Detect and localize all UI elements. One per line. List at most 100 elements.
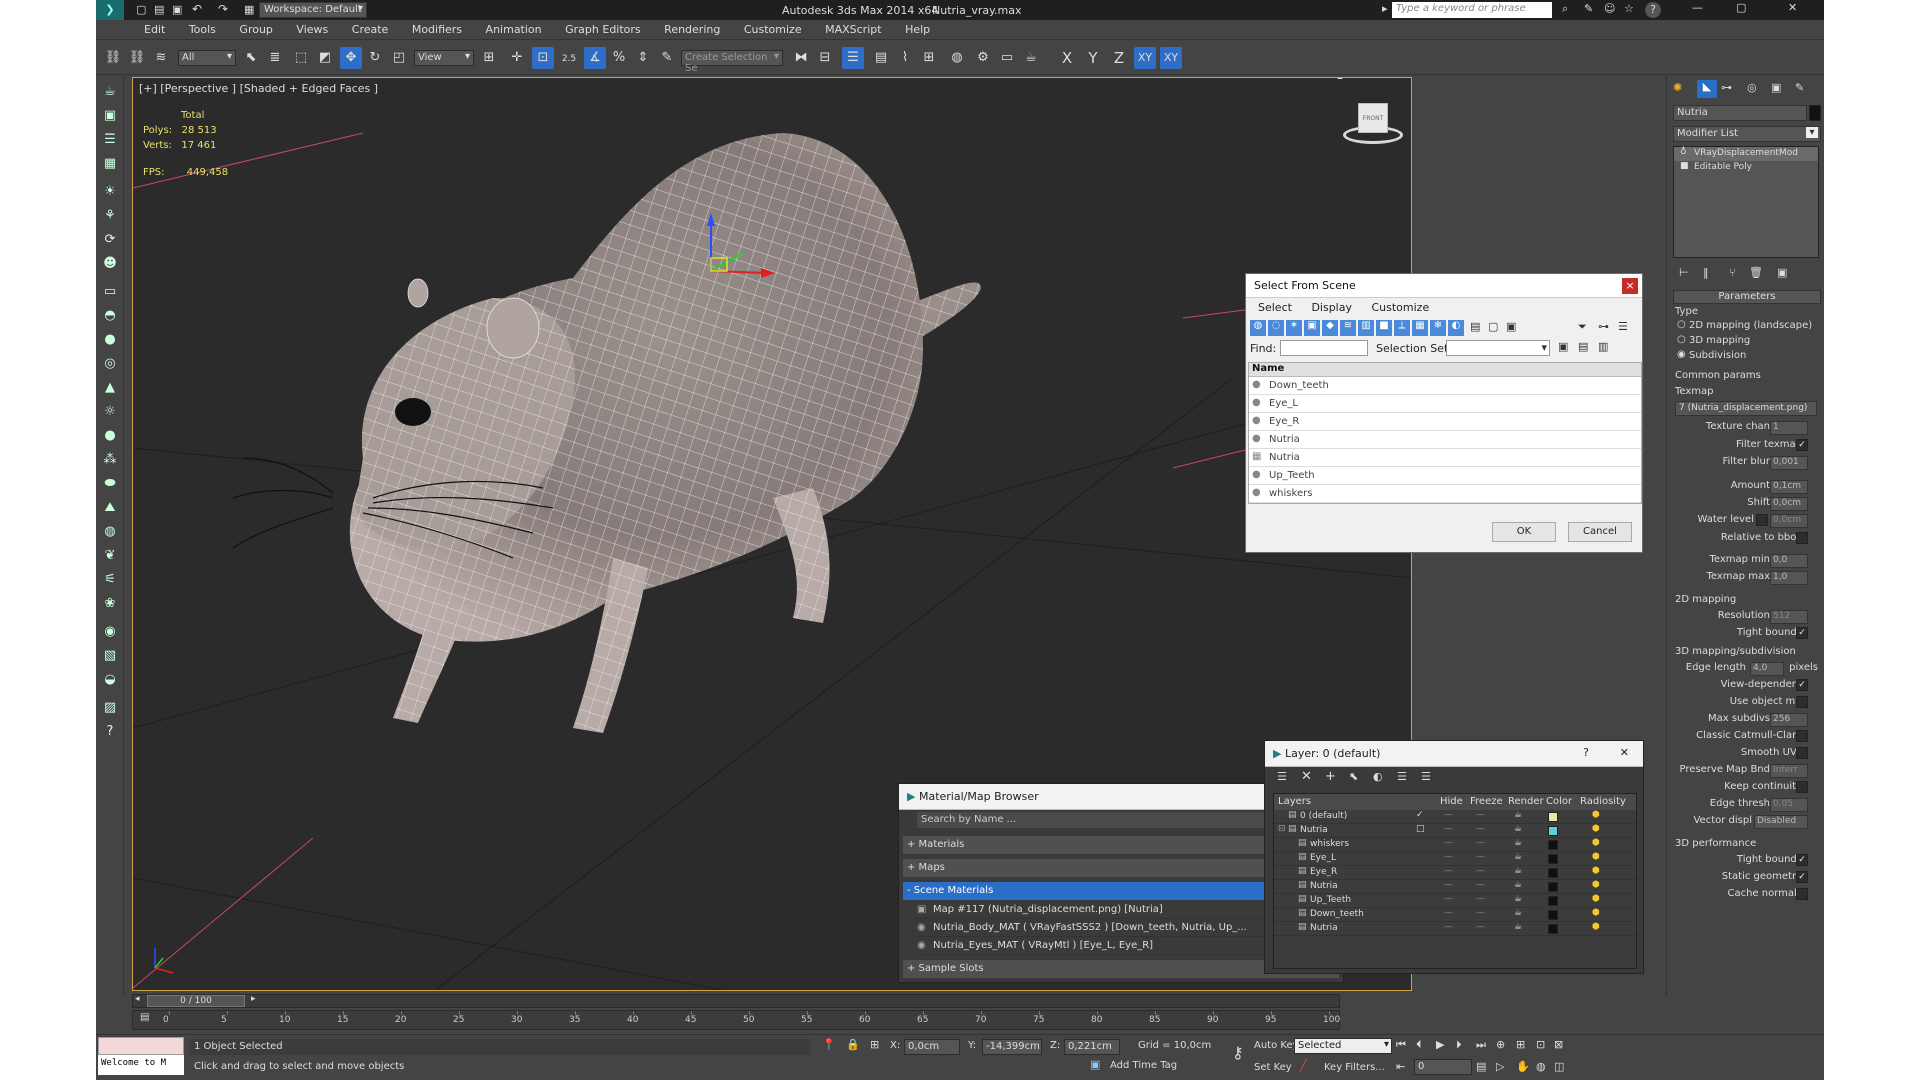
go-to-end-icon[interactable]: ⏭ bbox=[1476, 1038, 1486, 1052]
mountain-icon[interactable]: ⛰ bbox=[100, 498, 120, 518]
render-production-icon[interactable]: ☕ bbox=[1020, 47, 1042, 69]
dome-icon[interactable]: ◓ bbox=[100, 306, 120, 326]
tight-bounds2-checkbox[interactable]: ✓ bbox=[1796, 854, 1808, 866]
sphere2-icon[interactable]: ◉ bbox=[100, 622, 120, 642]
layer-row[interactable]: ▤ Nutria — — ☕ ⬢ bbox=[1274, 880, 1636, 894]
radiosity-icon[interactable]: ⬢ bbox=[1592, 880, 1600, 890]
filter-frozen-icon[interactable]: ❄ bbox=[1430, 320, 1446, 336]
edit-named-selection-icon[interactable]: ✎ bbox=[656, 47, 678, 69]
search-arrow-icon[interactable]: ▸ bbox=[1382, 2, 1388, 15]
filter-shapes-icon[interactable]: ◌ bbox=[1268, 320, 1284, 336]
radiosity-icon[interactable]: ⬢ bbox=[1592, 894, 1600, 904]
radiosity-icon[interactable]: ⬢ bbox=[1592, 824, 1600, 834]
time-configuration-icon[interactable]: ▤ bbox=[1476, 1060, 1486, 1073]
filter-helpers-icon[interactable]: ◆ bbox=[1322, 320, 1338, 336]
globe-icon[interactable]: ◍ bbox=[100, 522, 120, 542]
static-geometry-checkbox[interactable]: ✓ bbox=[1796, 871, 1808, 883]
layer-color-swatch[interactable] bbox=[1548, 854, 1558, 864]
teapot-icon[interactable]: ☕ bbox=[100, 82, 120, 102]
render-teapot-icon[interactable]: ☕ bbox=[1514, 810, 1522, 820]
light-icon[interactable]: ☀ bbox=[100, 182, 120, 202]
list-item[interactable]: ▦ Nutria bbox=[1249, 449, 1641, 467]
render-teapot-icon[interactable]: ☕ bbox=[1514, 908, 1522, 918]
freeze-toggle[interactable]: — bbox=[1476, 894, 1485, 904]
add-set-icon[interactable]: ▣ bbox=[1558, 340, 1568, 353]
menu-modifiers[interactable]: Modifiers bbox=[402, 20, 472, 39]
object-color-swatch[interactable] bbox=[1809, 105, 1821, 121]
texmap-min-spinner[interactable]: 0,0 bbox=[1770, 554, 1808, 568]
keyboard-shortcut-override-icon[interactable]: ⊡ bbox=[532, 47, 554, 69]
layer-color-swatch[interactable] bbox=[1548, 896, 1558, 906]
texmap-max-spinner[interactable]: 1,0 bbox=[1770, 571, 1808, 585]
freeze-toggle[interactable]: — bbox=[1476, 908, 1485, 918]
shift-spinner[interactable]: 0,0cm bbox=[1770, 497, 1808, 511]
play-icon[interactable]: ▶ bbox=[1436, 1038, 1444, 1051]
current-layer-check[interactable]: □ bbox=[1416, 824, 1425, 834]
axis-xy-cycle-button[interactable]: XY bbox=[1160, 47, 1182, 69]
torus-icon[interactable]: ◎ bbox=[100, 354, 120, 374]
selection-filter-dropdown[interactable]: All ▾ bbox=[178, 50, 236, 66]
name-column-header[interactable]: Name bbox=[1249, 363, 1641, 377]
layer-color-swatch[interactable] bbox=[1548, 812, 1558, 822]
water-level-spinner[interactable]: 0,0cm bbox=[1770, 514, 1808, 528]
layer-color-swatch[interactable] bbox=[1548, 868, 1558, 878]
select-all-icon[interactable]: ▤ bbox=[1470, 320, 1480, 333]
select-invert-icon[interactable]: ▣ bbox=[1506, 320, 1516, 333]
layer-row[interactable]: ▤ Nutria — — ☕ ⬢ bbox=[1274, 922, 1636, 936]
named-selection-dropdown[interactable]: Create Selection Se ▾ bbox=[681, 50, 783, 74]
select-by-name-icon[interactable]: ≣ bbox=[264, 47, 286, 69]
freeze-toggle[interactable]: — bbox=[1476, 866, 1485, 876]
particles-icon[interactable]: ⁂ bbox=[100, 450, 120, 470]
pin-stack-icon[interactable]: ⊢ bbox=[1679, 266, 1689, 279]
column-header[interactable]: Render bbox=[1508, 796, 1544, 807]
display-tab-icon[interactable]: ▣ bbox=[1771, 81, 1781, 94]
filter-texmap-checkbox[interactable]: ✓ bbox=[1796, 439, 1808, 451]
amount-spinner[interactable]: 0,1cm bbox=[1770, 480, 1808, 494]
list-item[interactable]: ● Eye_L bbox=[1249, 395, 1641, 413]
tools-icon[interactable]: ✎ bbox=[1584, 2, 1593, 15]
minimize-icon[interactable]: — bbox=[1692, 1, 1703, 14]
menu-animation[interactable]: Animation bbox=[476, 20, 552, 39]
create-layer-icon[interactable]: ☰ bbox=[1277, 770, 1287, 783]
box-icon[interactable]: ▭ bbox=[100, 282, 120, 302]
current-frame-spinner[interactable]: 0 bbox=[1414, 1059, 1472, 1075]
workspace-dropdown[interactable]: Workspace: Default ▾ bbox=[259, 2, 367, 18]
layer-color-swatch[interactable] bbox=[1548, 924, 1558, 934]
zoom-all-icon[interactable]: ⊞ bbox=[1516, 1038, 1525, 1051]
expand-icon[interactable]: ⊟ bbox=[1278, 824, 1286, 834]
set-key-button[interactable]: Set Key bbox=[1254, 1062, 1292, 1073]
capsule-icon[interactable]: ⬬ bbox=[100, 474, 120, 494]
leaf-icon[interactable]: ❦ bbox=[100, 546, 120, 566]
window-crossing-icon[interactable]: ◩ bbox=[314, 47, 336, 69]
pivot-center-icon[interactable]: ⊞ bbox=[478, 47, 500, 69]
ball-icon[interactable]: ● bbox=[100, 426, 120, 446]
bind-space-warp-icon[interactable]: ≋ bbox=[150, 47, 172, 69]
spinner-snap-icon[interactable]: ⇕ bbox=[632, 47, 654, 69]
next-frame-icon[interactable]: ▸ bbox=[251, 994, 256, 1004]
filter-hidden-icon[interactable]: ◐ bbox=[1448, 320, 1464, 336]
radio-3d-mapping[interactable]: ○ 3D mapping bbox=[1675, 334, 1820, 351]
axis-z-button[interactable]: Z bbox=[1108, 47, 1130, 69]
column-header[interactable]: Freeze bbox=[1470, 796, 1503, 807]
menu-help[interactable]: Help bbox=[895, 20, 940, 39]
filter-geometry-icon[interactable]: ◍ bbox=[1250, 320, 1266, 336]
key-mode-dropdown[interactable]: Selected ▾ bbox=[1294, 1038, 1392, 1054]
hide-toggle[interactable]: — bbox=[1444, 810, 1453, 820]
vray-globe-icon[interactable]: ◒ bbox=[100, 670, 120, 690]
snaps-toggle-icon[interactable]: 2.5 bbox=[558, 47, 580, 69]
zoom-extents-icon[interactable]: ⊡ bbox=[1536, 1038, 1545, 1051]
column-header[interactable]: Layers bbox=[1278, 796, 1311, 807]
hide-all-layers-icon[interactable]: ☰ bbox=[1397, 770, 1407, 783]
freeze-toggle[interactable]: — bbox=[1476, 838, 1485, 848]
parameters-rollout-header[interactable]: Parameters bbox=[1673, 290, 1821, 304]
hide-toggle[interactable]: — bbox=[1444, 866, 1453, 876]
help-search-input[interactable]: Type a keyword or phrase bbox=[1392, 2, 1552, 18]
view-dependent-checkbox[interactable]: ✓ bbox=[1796, 679, 1808, 691]
menu-graph-editors[interactable]: Graph Editors bbox=[555, 20, 651, 39]
hair-icon[interactable]: ⚟ bbox=[100, 570, 120, 590]
layer-row[interactable]: ▤ Eye_L — — ☕ ⬢ bbox=[1274, 852, 1636, 866]
use-object-mtl-checkbox[interactable] bbox=[1796, 696, 1808, 708]
render-teapot-icon[interactable]: ☕ bbox=[1514, 922, 1522, 932]
column-header[interactable]: Radiosity bbox=[1580, 796, 1626, 807]
radiosity-icon[interactable]: ⬢ bbox=[1592, 922, 1600, 932]
